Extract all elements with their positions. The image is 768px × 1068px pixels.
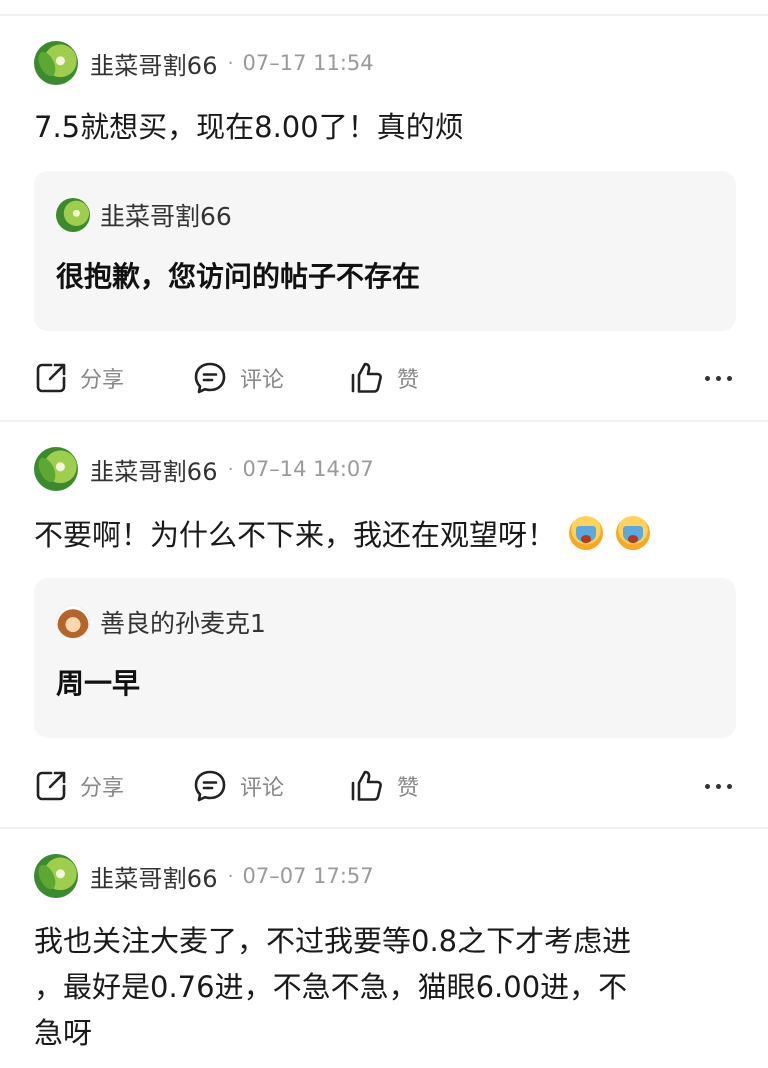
quoted-text: 很抱歉，您访问的帖子不存在 <box>56 260 421 293</box>
monkey-avatar <box>56 605 90 639</box>
crying-face-icon <box>569 516 604 550</box>
meta-separator: · <box>227 52 234 74</box>
like-button[interactable]: 赞 <box>349 360 419 396</box>
thumbs-up-icon <box>351 770 382 801</box>
more-options-button[interactable] <box>705 366 732 390</box>
post-text: 不要啊！为什么不下来，我还在观望呀！ <box>34 518 557 552</box>
comment-post: 韭菜哥割66 · 07–07 17:57 我也关注大麦了，不过我要等0.8之下才… <box>0 829 768 1068</box>
meta-separator: · <box>227 458 234 480</box>
more-dot <box>727 783 732 789</box>
share-icon <box>36 363 66 393</box>
action-bar: 分享 评论 赞 <box>34 358 736 398</box>
comment-post: 韭菜哥割66 · 07–17 11:54 7.5就想买，现在8.00了！真的烦 … <box>0 0 768 420</box>
like-label: 赞 <box>397 368 420 393</box>
share-button[interactable]: 分享 <box>34 769 124 803</box>
author-name[interactable]: 韭菜哥割66 <box>90 46 218 81</box>
post-content: 7.5就想买，现在8.00了！真的烦 <box>34 104 734 150</box>
post-timestamp: 07–14 14:07 <box>242 457 374 481</box>
share-label: 分享 <box>80 368 125 393</box>
avatar[interactable] <box>34 41 78 85</box>
quoted-author-row: 善良的孙麦克1 <box>56 604 266 640</box>
comment-feed: 韭菜哥割66 · 07–17 11:54 7.5就想买，现在8.00了！真的烦 … <box>0 0 768 1068</box>
like-button[interactable]: 赞 <box>349 768 419 804</box>
author-name[interactable]: 韭菜哥割66 <box>90 859 218 894</box>
quoted-author-row: 韭菜哥割66 <box>56 197 232 233</box>
thumbs-up-icon <box>351 362 382 393</box>
post-timestamp: 07–17 11:54 <box>242 51 374 75</box>
crying-face-icon <box>616 516 651 550</box>
post-text-line: ，最好是0.76进，不急不急，猫眼6.00进，不 <box>34 970 628 1004</box>
post-author-row[interactable]: 韭菜哥割66 · 07–07 17:57 <box>34 853 374 899</box>
comment-label: 评论 <box>240 368 285 393</box>
author-name[interactable]: 韭菜哥割66 <box>90 452 218 487</box>
quoted-text: 周一早 <box>56 667 141 700</box>
like-label: 赞 <box>397 776 420 801</box>
comment-button[interactable]: 评论 <box>192 360 284 396</box>
post-author-row[interactable]: 韭菜哥割66 · 07–17 11:54 <box>34 40 374 86</box>
quoted-post[interactable]: 韭菜哥割66 很抱歉，您访问的帖子不存在 <box>34 171 736 331</box>
comment-post: 韭菜哥割66 · 07–14 14:07 不要啊！为什么不下来，我还在观望呀！ … <box>0 422 768 826</box>
more-options-button[interactable] <box>705 774 732 798</box>
comment-icon <box>194 770 226 802</box>
share-button[interactable]: 分享 <box>34 361 124 395</box>
post-content: 不要啊！为什么不下来，我还在观望呀！ <box>34 512 734 558</box>
meta-separator: · <box>227 865 234 887</box>
comment-label: 评论 <box>240 776 285 801</box>
comment-button[interactable]: 评论 <box>192 768 284 804</box>
comment-icon <box>194 362 226 394</box>
share-label: 分享 <box>80 776 125 801</box>
post-text: 7.5就想买，现在8.00了！真的烦 <box>34 110 464 144</box>
more-dot <box>716 375 721 381</box>
post-timestamp: 07–07 17:57 <box>242 864 374 888</box>
quoted-author-name: 善良的孙麦克1 <box>100 609 266 638</box>
post-content: 我也关注大麦了，不过我要等0.8之下才考虑进 ，最好是0.76进，不急不急，猫眼… <box>34 918 734 1056</box>
quoted-author-name: 韭菜哥割66 <box>100 202 232 231</box>
more-dot <box>705 783 710 789</box>
avatar[interactable] <box>34 447 78 491</box>
post-author-row[interactable]: 韭菜哥割66 · 07–14 14:07 <box>34 446 374 492</box>
more-dot <box>727 375 732 381</box>
share-icon <box>36 771 66 801</box>
quoted-post[interactable]: 善良的孙麦克1 周一早 <box>34 578 736 738</box>
action-bar: 分享 评论 赞 <box>34 766 736 806</box>
avatar[interactable] <box>34 854 78 898</box>
post-text-line: 我也关注大麦了，不过我要等0.8之下才考虑进 <box>34 924 632 958</box>
more-dot <box>716 783 721 789</box>
post-text-line: 急呀 <box>34 1016 93 1050</box>
leaf-avatar <box>56 198 90 232</box>
more-dot <box>705 375 710 381</box>
